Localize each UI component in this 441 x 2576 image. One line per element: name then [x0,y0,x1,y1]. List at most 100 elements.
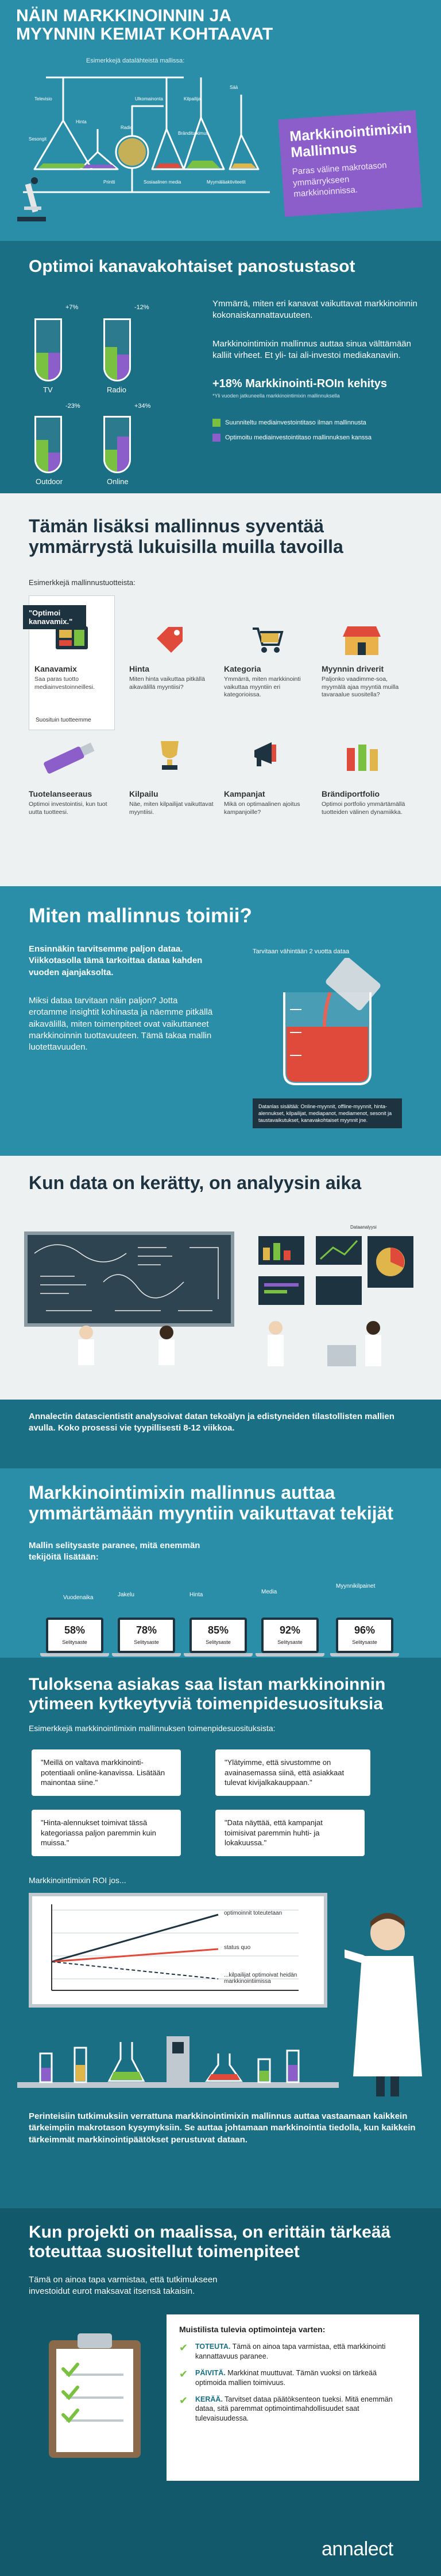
usb-stick-icon [44,742,95,774]
example-label: Esimerkkejä datalähteistä mallissa: [86,57,185,64]
lab-label: Hinta [76,119,87,124]
quote-bubble: "Data näyttää, että kampanjat toimisivat… [215,1810,365,1856]
lab-label: Sää [230,85,238,90]
laptop-icon: 96% Selitysaste [330,1618,399,1657]
step-label: Jakelu [118,1592,134,1598]
checklist-item: ✔ PÄIVITÄ. Markkinat muuttuvat. Tämän vu… [179,2368,407,2388]
step-word: Selitysaste [134,1639,159,1645]
dashboard-icon [56,626,88,649]
step-label: Hinta [189,1592,203,1598]
factor-card-drivers: Myynnin driverit Paljonko vaadimme-soa, … [322,661,408,699]
results-title: Tuloksena asiakas saa listan markkinoinn… [29,1675,386,1713]
analysis-text: Annalectin datascientistit analysoivat d… [29,1412,394,1433]
step-value: 85% [207,1624,229,1636]
quote-bubble: "Meillä on valtava markkinointi-potentia… [32,1749,181,1796]
factor-desc: Mikä on optimaalinen ajoitus kampanjoill… [224,801,300,816]
check-icon: ✔ [179,2342,188,2353]
factors-title: Tämän lisäksi mallinnus syventää ymmärry… [29,516,343,557]
step-label: Media [261,1589,277,1595]
blackboard-illustration [24,1232,234,1365]
step-value: 58% [64,1624,86,1636]
lab-label: Ulkomainonta [135,96,163,102]
roi-note: *Yli vuoden jatkuneella markkinointimixi… [212,393,340,399]
factor-desc: Optimoi investointisi, kun tuot uutta tu… [29,801,107,816]
step-label: Myynnikilpainet [336,1583,376,1589]
factor-desc: Optimoi portfolio ymmärtämällä tuotteide… [322,801,405,816]
factor-name: Brändiportfolio [322,789,380,798]
roi-highlight: +18% Markkinointi-ROIn kehitys [212,377,387,390]
factor-name: Kilpailu [129,789,158,798]
drivers-title: Markkinointimixin mallinnus auttaa ymmär… [29,1482,393,1523]
factors-sub: Esimerkkejä mallinnustuotteista: [29,578,136,587]
legend-optimized: Optimoitu mediainvestointitaso mallinnuk… [212,434,372,442]
step-value: 92% [279,1624,301,1636]
checklist-item: ✔ TOTEUTA. Tämä on ainoa tapa varmistaa,… [179,2342,407,2361]
tube-label: TV [43,385,53,394]
step-label: Vuodenaika [63,1595,94,1601]
scientist-illustration [345,1913,422,2096]
tube-pct: +7% [65,304,79,311]
factor-name: Kanavamix [34,664,77,673]
tube-label: Radio [107,385,126,394]
analysis-text-box: Annalectin datascientistit analysoivat d… [0,1400,441,1468]
factor-name: Tuotelanseeraus [29,789,92,798]
analysis-title: Kun data on kerätty, on analyysin aika [29,1172,362,1193]
beaker-label: Tarvitaan vähintään 2 vuotta dataa [253,948,350,955]
header-section: Näin markkinoinnin ja myynnin kemiat koh… [0,0,441,241]
factor-name: Myynnin driverit [322,664,384,673]
microscope-icon [17,177,46,221]
factor-card-hinta: Hinta Miten hinta vaikuttaa pitkällä aik… [129,661,215,691]
results-intro: Esimerkkejä markkinointimixin mallinnuks… [29,1724,276,1733]
lab-label: Sosiaalinen media [144,180,181,185]
checklist-item: ✔ KERÄÄ. Tarvitset dataa päätöksenteon t… [179,2395,407,2424]
step-word: Selitysaste [62,1639,87,1645]
badge-title: Markkinointimixin Mallinnus [289,120,412,161]
how-title: Miten mallinnus toimii? [29,905,252,927]
annalect-logo: annalect [322,2538,393,2560]
lab-label: Bränditutkimus [178,131,208,136]
check-icon: ✔ [179,2394,188,2406]
factor-card-kilpailu: Kilpailu Näe, miten kilpailijat vaikutta… [129,786,215,816]
factor-card-kampanjat: Kampanjat Mikä on optimaalinen ajoitus k… [224,786,310,816]
megaphone-icon [254,742,276,766]
roi-label: Markkinointimixin ROI jos... [29,1876,126,1885]
final-title: Kun projekti on maalissa, on erittäin tä… [29,2223,391,2261]
results-section: Tuloksena asiakas saa listan markkinoinn… [0,1658,441,2208]
laptop-icon: 85% Selitysaste [184,1618,253,1657]
factor-name: Kategoria [224,664,261,673]
factor-desc: Miten hinta vaikuttaa pitkällä aikavälil… [129,676,205,691]
legend-planned: Suunniteltu mediainvestointitaso ilman m… [212,419,366,427]
factor-name: Hinta [129,664,149,673]
bottles-icon [347,745,378,771]
check-key: KERÄÄ. [195,2395,223,2403]
lab-label: Radio [121,125,133,130]
channels-section: Optimoi kanavakohtaiset panostustasot +7… [0,241,441,493]
tube-label: Outdoor [36,477,63,486]
chart-line-label: status quo [224,1944,251,1951]
final-section: Kun projekti on maalissa, on erittäin tä… [0,2208,441,2576]
checklist-box: Muistilista tulevia optimointeja varten:… [167,2314,419,2481]
quote-bubble: "Hinta-alennukset toimivat tässä kategor… [32,1810,181,1856]
tube-label: Online [107,477,129,486]
lab-label: Sesongit [29,137,47,142]
channels-intro1: Ymmärrä, miten eri kanavat vaikuttavat m… [212,299,417,321]
check-text: Tarvitset dataa päätöksenteon tueksi. Mi… [195,2395,393,2423]
factor-card-kategoria: Kategoria Ymmärrä, miten markkinointi va… [224,661,310,699]
trophy-icon [161,741,179,770]
badge-subtitle: Paras väline makrotason ymmärrykseen mar… [292,160,388,199]
factor-card-kanavamix: Kanavamix Saa paras tuotto mediainvestoi… [29,661,115,691]
price-tag-icon [157,627,183,653]
board-label: Dataanalyysi [350,1225,377,1230]
store-icon [343,626,381,655]
tube-pct: +34% [134,403,151,410]
factor-card-lanseeraus: Tuotelanseeraus Optimoi investointisi, k… [29,786,115,816]
channels-intro2: Markkinointimixin mallinnus auttaa sinua… [212,339,411,361]
legend-swatch-purple [212,434,220,442]
drivers-intro: Mallin selitysaste paranee, mitä enemmän… [29,1541,200,1562]
tube-pct: -23% [65,403,80,410]
analysis-section: Kun data on kerätty, on analyysin aika D… [0,1156,441,1468]
factors-section: Tämän lisäksi mallinnus syventää ymmärry… [0,493,441,886]
legend-swatch-green [212,419,220,427]
step-value: 78% [136,1624,157,1636]
tube-pct: -12% [134,304,149,311]
